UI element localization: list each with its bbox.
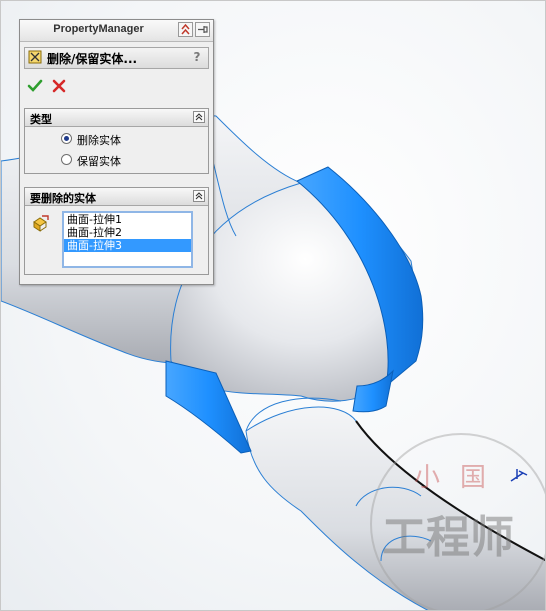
watermark-main-text: 工程师	[382, 512, 514, 563]
checkmark-icon	[27, 79, 43, 92]
solidworks-window: PropertyManager 删除/保留实体... ? 类型 删除实体 保留实…	[0, 0, 546, 611]
expand-panel-icon[interactable]	[178, 22, 193, 37]
bodies-selection-list[interactable]: 曲面-拉伸1 曲面-拉伸2 曲面-拉伸3	[62, 211, 193, 268]
close-icon	[52, 79, 66, 93]
collapse-chevron-icon[interactable]	[193, 111, 205, 123]
feature-header: 删除/保留实体... ?	[24, 47, 209, 69]
type-group: 类型 删除实体 保留实体	[24, 108, 209, 174]
property-manager-panel: PropertyManager 删除/保留实体... ? 类型 删除实体 保留实…	[19, 19, 214, 285]
bodies-to-delete-group: 要删除的实体 曲面-拉伸1 曲面-拉伸2 曲面-拉伸3	[24, 187, 209, 275]
collapse-chevron-icon[interactable]	[193, 190, 205, 202]
radio-button[interactable]	[61, 154, 72, 165]
solid-bodies-icon	[32, 214, 50, 232]
radio-button[interactable]	[61, 133, 72, 144]
type-group-title: 类型	[30, 113, 52, 126]
ok-button[interactable]	[27, 78, 43, 94]
cancel-button[interactable]	[51, 78, 67, 94]
bodies-group-header[interactable]: 要删除的实体	[25, 188, 208, 206]
property-manager-tab[interactable]: PropertyManager	[20, 20, 213, 42]
delete-body-icon	[28, 50, 42, 64]
list-item[interactable]: 曲面-拉伸2	[64, 226, 191, 239]
type-group-header[interactable]: 类型	[25, 109, 208, 127]
pin-panel-icon[interactable]	[195, 22, 210, 37]
help-button[interactable]: ?	[190, 50, 204, 64]
property-manager-title: PropertyManager	[53, 23, 144, 35]
watermark-top-text: 小国	[414, 463, 507, 493]
list-item-selected[interactable]: 曲面-拉伸3	[64, 239, 191, 252]
list-item[interactable]: 曲面-拉伸1	[64, 213, 191, 226]
feature-name: 删除/保留实体...	[47, 52, 138, 66]
bodies-group-title: 要删除的实体	[30, 192, 96, 205]
watermark-seal: 小国 工程师	[370, 433, 545, 610]
